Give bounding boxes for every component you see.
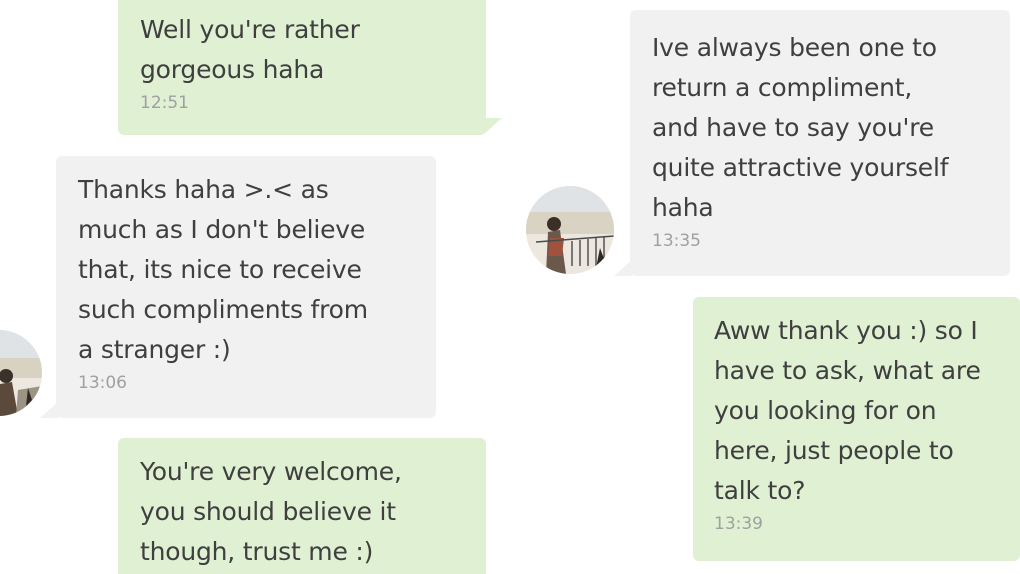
chat-screenshot: Well you're rather gorgeous haha 12:51 T… [0, 0, 1020, 574]
avatar-photo-icon [526, 186, 614, 274]
message-bubble-received[interactable]: Ive always been one to return a complime… [630, 10, 1010, 276]
message-timestamp: 13:39 [714, 514, 763, 534]
contact-avatar-icon[interactable] [526, 186, 614, 274]
message-text: You're very welcome, you should believe … [140, 457, 402, 566]
message-text: Aww thank you :) so I have to ask, what … [714, 316, 981, 505]
bubble-tail-icon [40, 402, 58, 418]
message-timestamp: 13:06 [78, 373, 127, 393]
bubble-tail-icon [484, 118, 502, 134]
bubble-tail-icon [614, 260, 632, 276]
avatar-photo-icon [0, 330, 42, 416]
message-text: Thanks haha >.< as much as I don't belie… [78, 175, 368, 364]
message-timestamp: 12:51 [140, 93, 189, 113]
message-bubble-sent[interactable]: You're very welcome, you should believe … [118, 438, 486, 574]
message-bubble-received[interactable]: Thanks haha >.< as much as I don't belie… [56, 156, 436, 418]
message-text: Well you're rather gorgeous haha [140, 15, 360, 84]
message-timestamp: 13:35 [652, 231, 701, 251]
message-text: Ive always been one to return a complime… [652, 33, 949, 222]
message-bubble-sent[interactable]: Aww thank you :) so I have to ask, what … [693, 297, 1020, 561]
contact-avatar-icon[interactable] [0, 330, 42, 416]
message-bubble-sent[interactable]: Well you're rather gorgeous haha 12:51 [118, 0, 486, 135]
